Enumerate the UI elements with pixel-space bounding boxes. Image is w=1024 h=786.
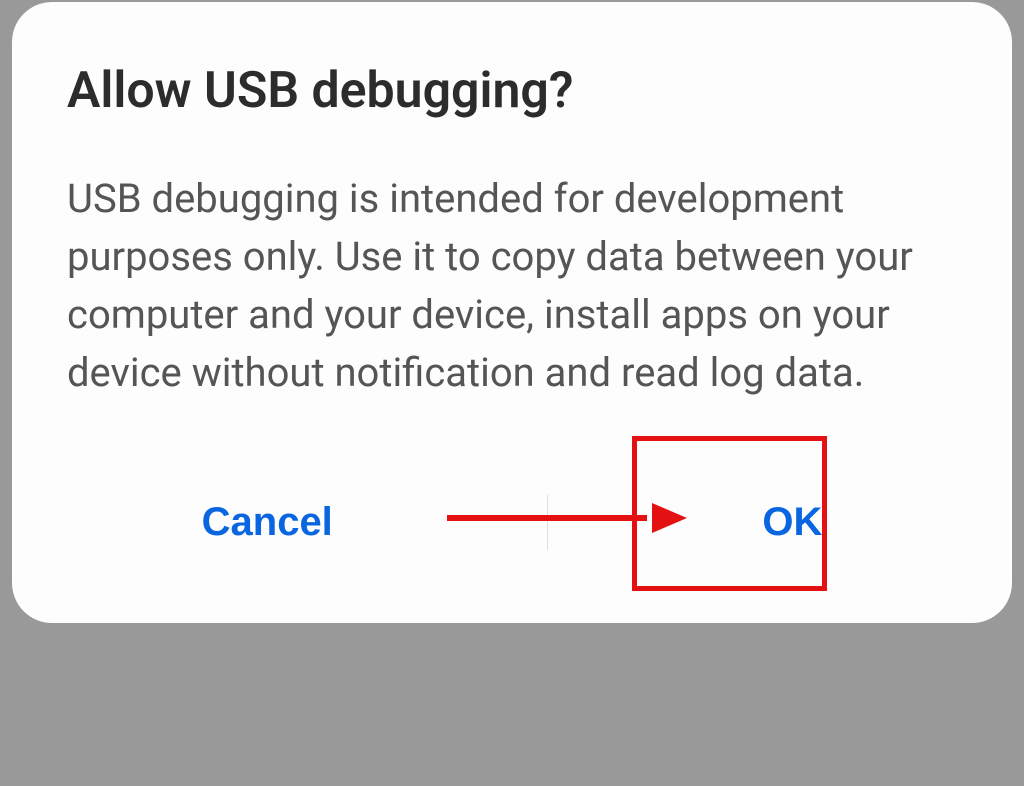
usb-debugging-dialog: Allow USB debugging? USB debugging is in… [12,2,1012,623]
cancel-button[interactable]: Cancel [147,482,388,563]
button-row: Cancel OK [67,472,957,583]
ok-button[interactable]: OK [707,482,877,563]
dialog-title: Allow USB debugging? [67,62,957,120]
dialog-message: USB debugging is intended for developmen… [67,170,957,402]
annotation-arrow-icon [447,512,687,524]
button-divider [547,495,548,550]
